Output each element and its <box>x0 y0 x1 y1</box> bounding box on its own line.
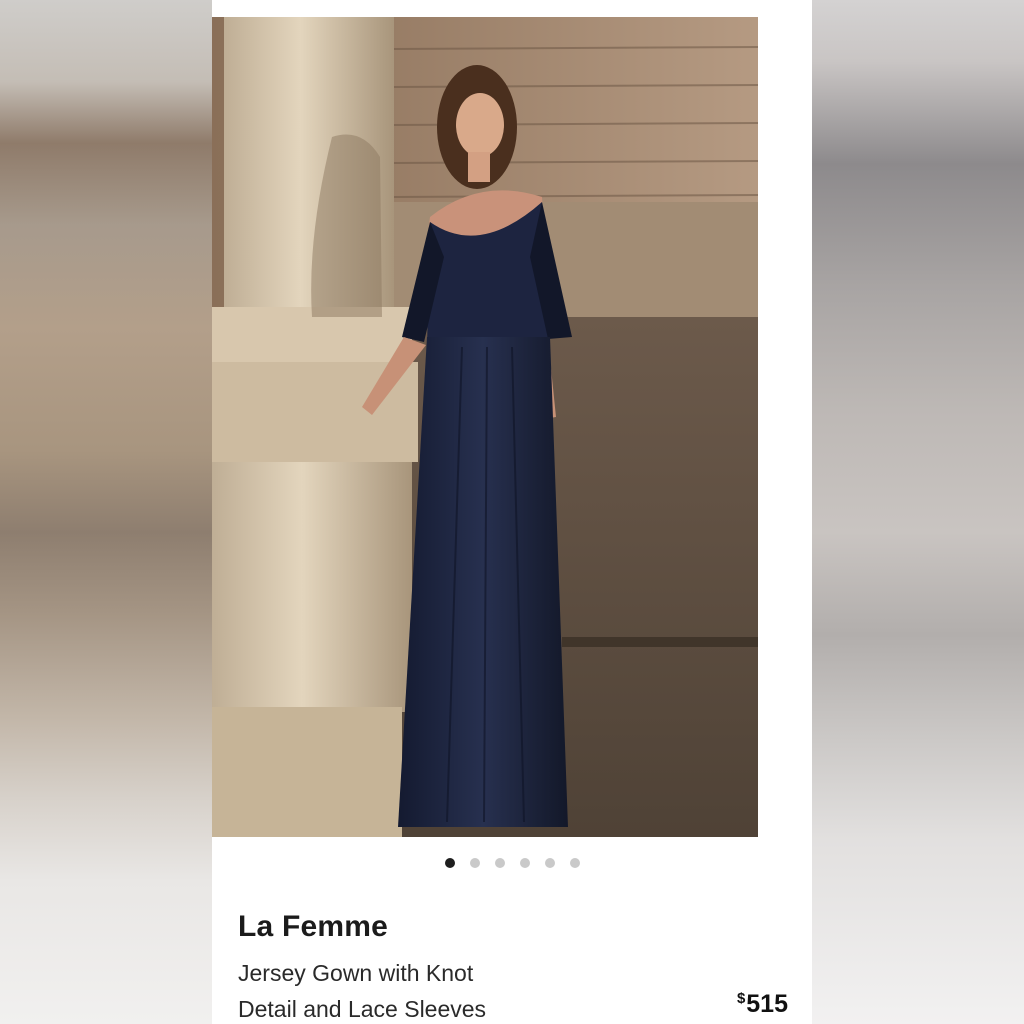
screenshot-frame: La Femme Jersey Gown with Knot Detail an… <box>0 0 1024 1024</box>
price-tag: $ 515 <box>737 990 788 1019</box>
product-title-line-1: Jersey Gown with Knot <box>238 960 474 986</box>
brand-name[interactable]: La Femme <box>238 910 388 944</box>
carousel-dot-5[interactable] <box>545 858 555 868</box>
carousel-dot-1[interactable] <box>445 858 455 868</box>
blurred-backdrop-right <box>812 0 1024 1024</box>
blurred-backdrop-left <box>0 0 212 1024</box>
product-card[interactable]: La Femme Jersey Gown with Knot Detail an… <box>212 0 812 1024</box>
price-currency: $ <box>736 990 746 1007</box>
image-carousel-indicator <box>212 858 812 872</box>
carousel-dot-6[interactable] <box>570 858 580 868</box>
carousel-dot-4[interactable] <box>520 858 530 868</box>
carousel-dot-3[interactable] <box>495 858 505 868</box>
product-title-line-2: Detail and Lace Sleeves <box>238 996 487 1022</box>
price-amount: 515 <box>746 990 788 1018</box>
product-title[interactable]: Jersey Gown with Knot Detail and Lace Sl… <box>238 955 568 1024</box>
product-photo-illustration <box>212 17 758 837</box>
carousel-dot-2[interactable] <box>470 858 480 868</box>
product-image[interactable] <box>212 17 758 837</box>
